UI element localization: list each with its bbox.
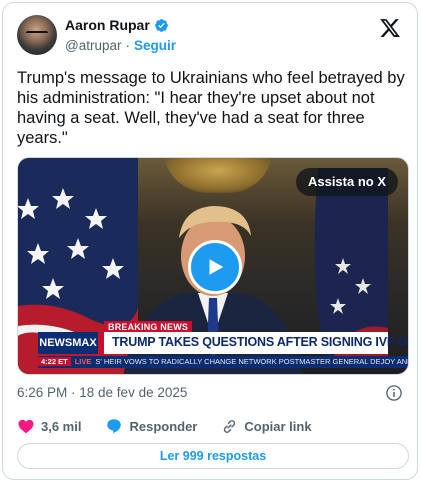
tweet-timestamp[interactable]: 6:26 PM · 18 de fev de 2025 [17, 385, 187, 400]
tweet-actions: 3,6 mil Responder Copiar link [17, 417, 336, 435]
author-handle[interactable]: @atrupar [65, 38, 121, 53]
play-button[interactable] [188, 240, 242, 294]
author-handle-row: @atrupar · Seguir [65, 38, 176, 53]
ticker-live: LIVE [74, 357, 92, 366]
author-name-row: Aaron Rupar [65, 17, 169, 33]
author-name[interactable]: Aaron Rupar [65, 17, 150, 33]
tweet-text: Trump's message to Ukrainians who feel b… [17, 69, 405, 147]
like-count: 3,6 mil [41, 418, 82, 434]
copy-link-label: Copiar link [244, 418, 312, 434]
follow-button[interactable]: Seguir [134, 38, 176, 53]
video-player[interactable]: Assista no X BREAKING NEWS NEWSMAX TRUMP… [17, 157, 409, 375]
channel-logo: NEWSMAX [38, 332, 98, 354]
ticker-text: S' HEIR VOWS TO RADICALLY CHANGE NETWORK… [95, 357, 409, 366]
link-icon [224, 419, 236, 433]
play-icon [209, 259, 224, 275]
tweet-card: Aaron Rupar @atrupar · Seguir Trump's me… [2, 2, 418, 480]
x-logo-icon[interactable] [379, 17, 401, 39]
avatar[interactable] [17, 15, 57, 55]
reply-label: Responder [129, 418, 198, 434]
headline-bar: TRUMP TAKES QUESTIONS AFTER SIGNING IVF … [98, 332, 408, 354]
news-ticker: 4:22 ET LIVE S' HEIR VOWS TO RADICALLY CHA… [38, 356, 409, 368]
like-button[interactable]: 3,6 mil [17, 417, 81, 435]
copy-link-button[interactable]: Copiar link [221, 418, 312, 435]
verified-badge-icon [154, 18, 168, 32]
read-replies-button[interactable]: Ler 999 respostas [17, 443, 409, 469]
info-icon[interactable] [385, 384, 403, 402]
ticker-time: 4:22 ET [38, 357, 71, 366]
heart-icon [18, 419, 34, 434]
separator-dot: · [125, 38, 130, 53]
reply-bubble-icon [107, 419, 122, 434]
reply-button[interactable]: Responder [105, 417, 197, 435]
headline-text: TRUMP TAKES QUESTIONS AFTER SIGNING IVF … [112, 335, 409, 349]
watch-on-x-button[interactable]: Assista no X [295, 168, 398, 196]
